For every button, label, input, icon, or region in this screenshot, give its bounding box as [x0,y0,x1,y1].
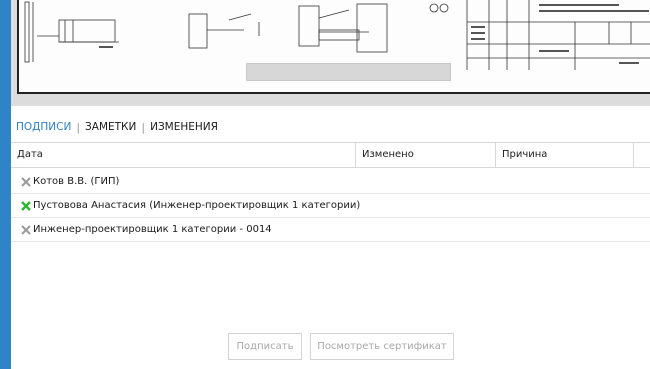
signer-row[interactable]: Пустовова Анастасия (Инженер-проектировщ… [11,194,650,218]
column-header-date[interactable]: Дата [11,143,355,167]
signer-name: Пустовова Анастасия (Инженер-проектировщ… [33,200,361,211]
tab-signatures[interactable]: ПОДПИСИ [16,121,71,133]
tab-bar: ПОДПИСИ | ЗАМЕТКИ | ИЗМЕНЕНИЯ [16,119,218,135]
tab-notes[interactable]: ЗАМЕТКИ [85,121,136,133]
table-header: Дата Изменено Причина [11,142,650,168]
signer-name: Инженер-проектировщик 1 категории - 0014 [33,224,272,235]
column-header-extra [633,143,650,167]
preview-toolbar [246,63,451,81]
column-header-reason[interactable]: Причина [495,143,633,167]
tab-divider: | [76,120,81,134]
signer-name: Котов В.В. (ГИП) [33,176,120,187]
tab-changes[interactable]: ИЗМЕНЕНИЯ [150,121,218,133]
document-preview [11,0,650,106]
x-mark-icon [21,177,31,187]
tab-divider: | [141,120,146,134]
signer-row[interactable]: Инженер-проектировщик 1 категории - 0014 [11,218,650,242]
view-certificate-button[interactable]: Посмотреть сертификат [310,333,454,360]
column-header-changed[interactable]: Изменено [355,143,495,167]
sign-button[interactable]: Подписать [228,333,302,360]
signer-row[interactable]: Котов В.В. (ГИП) [11,170,650,194]
left-accent-strip [0,0,11,369]
x-mark-icon [21,201,31,211]
x-mark-icon [21,225,31,235]
